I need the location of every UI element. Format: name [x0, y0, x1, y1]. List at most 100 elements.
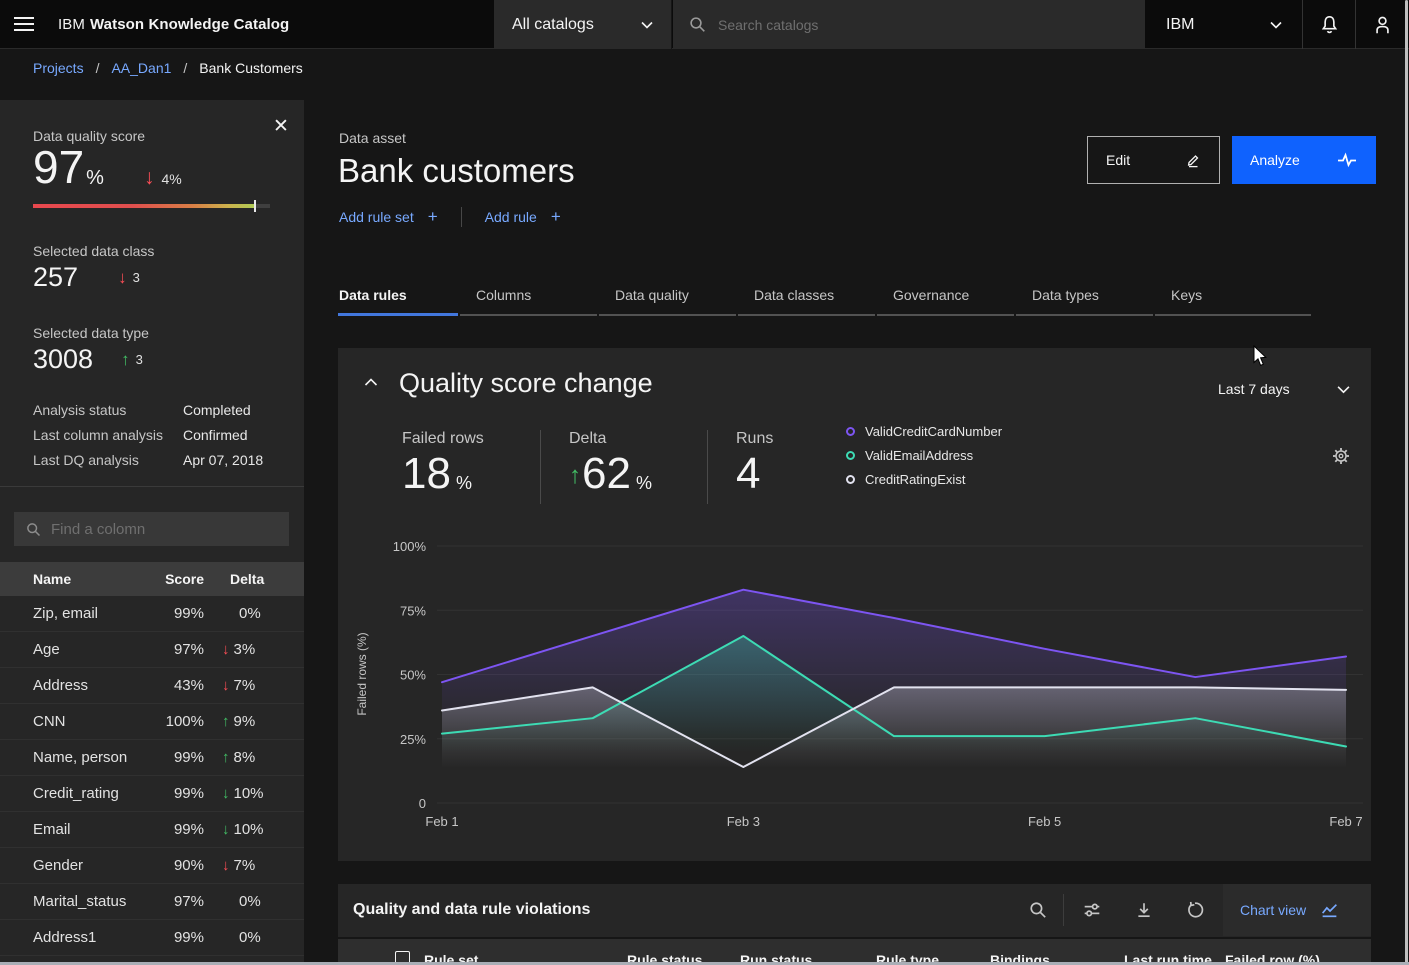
- column-score: 43%: [140, 677, 204, 694]
- columns-table-header: Name Score Delta: [0, 562, 304, 596]
- arrow-down-icon: ↓: [222, 857, 230, 874]
- search-placeholder: Search catalogs: [718, 17, 818, 33]
- table-row[interactable]: Credit_rating99%↓10%: [0, 776, 304, 812]
- table-row[interactable]: Gender90%↓7%: [0, 848, 304, 884]
- table-row[interactable]: Email99%↓10%: [0, 812, 304, 848]
- column-delta: 0%: [204, 605, 288, 622]
- pencil-icon: [1185, 152, 1201, 168]
- meta-label: Last column analysis: [33, 427, 183, 443]
- table-row[interactable]: Name, person99%↑8%: [0, 740, 304, 776]
- global-search[interactable]: Search catalogs: [673, 0, 1145, 49]
- analyze-button[interactable]: Analyze: [1232, 136, 1376, 184]
- column-name: Age: [0, 641, 140, 658]
- tab-data-classes[interactable]: Data classes: [738, 283, 875, 316]
- column-delta: ↓7%: [204, 857, 288, 874]
- catalog-selector[interactable]: All catalogs: [494, 0, 672, 49]
- column-name: Address1: [0, 929, 140, 946]
- brand-name: Watson Knowledge Catalog: [90, 16, 289, 33]
- data-type-delta: 3: [136, 352, 143, 367]
- column-delta: 0%: [204, 929, 288, 946]
- chevron-down-icon: [641, 21, 653, 29]
- columns-table: Name Score Delta Zip, email99%0%Age97%↓3…: [0, 562, 304, 965]
- notifications-button[interactable]: [1303, 0, 1355, 49]
- find-column-input[interactable]: Find a colomn: [14, 512, 289, 546]
- column-name: Zip, email: [0, 605, 140, 622]
- divider: [1063, 894, 1064, 926]
- breadcrumb-separator: /: [183, 60, 187, 76]
- table-row[interactable]: Age97%↓3%: [0, 632, 304, 668]
- column-score: 97%: [140, 893, 204, 910]
- account-selector[interactable]: IBM: [1146, 0, 1302, 49]
- data-class-delta: 3: [133, 270, 140, 285]
- data-quality-sidebar: ✕ Data quality score 97 % ↓ 4% Selected …: [0, 100, 304, 965]
- close-icon[interactable]: ✕: [270, 116, 292, 138]
- table-row[interactable]: CNN100%↑9%: [0, 704, 304, 740]
- arrow-up-icon: ↑: [222, 749, 230, 766]
- arrow-down-icon: ↓: [222, 641, 230, 658]
- table-row[interactable]: Address43%↓7%: [0, 668, 304, 704]
- chart-view-toggle[interactable]: Chart view: [1223, 884, 1371, 936]
- score-number: 97: [33, 144, 84, 190]
- meta-row: Last DQ analysis Apr 07, 2018: [33, 452, 273, 468]
- column-delta: ↓10%: [204, 785, 288, 802]
- page-title: Bank customers: [338, 152, 575, 190]
- meta-label: Analysis status: [33, 402, 183, 418]
- svg-text:Feb 1: Feb 1: [425, 814, 458, 829]
- breadcrumb: Projects / AA_Dan1 / Bank Customers: [33, 60, 303, 76]
- stat-label: Delta: [569, 430, 679, 448]
- account-label: IBM: [1166, 16, 1194, 34]
- add-rule-set-label: Add rule set: [339, 209, 414, 225]
- legend-item[interactable]: ValidCreditCardNumber: [846, 424, 1002, 439]
- column-score: 90%: [140, 857, 204, 874]
- column-delta: ↓7%: [204, 677, 288, 694]
- vertical-scrollbar[interactable]: [1405, 0, 1408, 965]
- divider: [707, 430, 708, 504]
- tab-governance[interactable]: Governance: [877, 283, 1014, 316]
- tab-keys[interactable]: Keys: [1155, 283, 1311, 316]
- add-rule-link[interactable]: Add rule +: [485, 207, 561, 227]
- breadcrumb-separator: /: [96, 60, 100, 76]
- table-row[interactable]: Zip, email99%0%: [0, 596, 304, 632]
- top-nav: IBM Watson Knowledge Catalog All catalog…: [0, 0, 1409, 49]
- tab-data-types[interactable]: Data types: [1016, 283, 1153, 316]
- table-row[interactable]: Marital_status97%0%: [0, 884, 304, 920]
- svg-text:50%: 50%: [400, 668, 426, 683]
- table-row[interactable]: Address199%0%: [0, 920, 304, 956]
- tab-data-quality[interactable]: Data quality: [599, 283, 736, 316]
- search-icon[interactable]: [1025, 897, 1051, 923]
- menu-icon[interactable]: [14, 13, 36, 35]
- profile-button[interactable]: [1356, 0, 1409, 49]
- arrow-down-icon: ↓: [222, 785, 230, 802]
- quality-score-value: 97 % ↓ 4%: [33, 144, 182, 190]
- chevron-down-icon: [1337, 385, 1350, 394]
- download-icon[interactable]: [1131, 897, 1157, 923]
- rule-links: Add rule set + Add rule +: [339, 207, 561, 227]
- tab-columns[interactable]: Columns: [460, 283, 597, 316]
- legend-item[interactable]: ValidEmailAddress: [846, 448, 1002, 463]
- column-name: Gender: [0, 857, 140, 874]
- column-name: Address: [0, 677, 140, 694]
- gear-icon[interactable]: [1332, 447, 1350, 465]
- add-rule-set-link[interactable]: Add rule set +: [339, 207, 438, 227]
- legend-dot-icon: [846, 475, 855, 484]
- stats-row: Failed rows18%Delta↑62%Runs4: [402, 430, 846, 504]
- column-name: Email: [0, 821, 140, 838]
- collapse-caret-icon[interactable]: [364, 378, 378, 387]
- asset-type-label: Data asset: [339, 130, 406, 146]
- column-score: 99%: [140, 929, 204, 946]
- tab-data-rules[interactable]: Data rules: [338, 283, 458, 316]
- plus-icon: +: [551, 207, 561, 227]
- edit-button-label: Edit: [1106, 152, 1130, 168]
- notification-bell-icon: [1320, 15, 1339, 35]
- time-range-dropdown[interactable]: Last 7 days: [1218, 381, 1350, 397]
- edit-button[interactable]: Edit: [1087, 136, 1220, 184]
- legend-item[interactable]: CreditRatingExist: [846, 472, 1002, 487]
- settings-adjust-icon[interactable]: [1079, 897, 1105, 923]
- divider: [540, 430, 541, 504]
- reset-icon[interactable]: [1182, 897, 1208, 923]
- breadcrumb-link-projects[interactable]: Projects: [33, 60, 84, 76]
- svg-text:100%: 100%: [393, 539, 427, 554]
- search-icon: [26, 522, 41, 537]
- breadcrumb-link-project[interactable]: AA_Dan1: [111, 60, 171, 76]
- svg-text:75%: 75%: [400, 603, 426, 618]
